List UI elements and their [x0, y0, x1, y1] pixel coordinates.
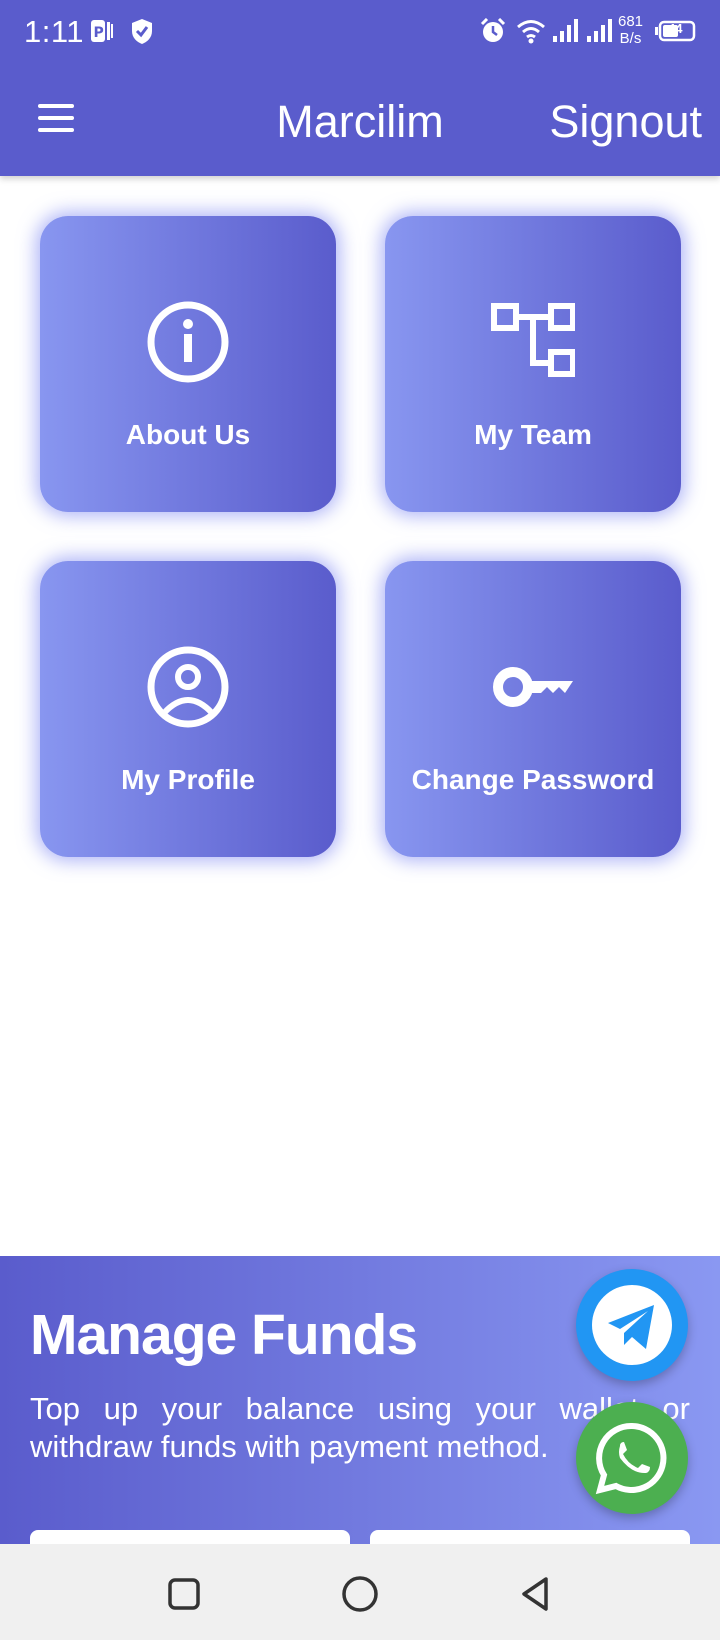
- whatsapp-icon: [595, 1422, 667, 1495]
- parking-icon: P: [91, 20, 113, 42]
- app-bar: Marcilim Signout: [0, 66, 720, 176]
- svg-text:P: P: [94, 25, 104, 41]
- alarm-icon: [480, 18, 506, 42]
- back-icon[interactable]: [516, 1574, 556, 1614]
- hierarchy-icon: [491, 303, 575, 377]
- whatsapp-button[interactable]: [576, 1402, 688, 1514]
- about-us-tile[interactable]: About Us: [40, 216, 336, 512]
- my-profile-label: My Profile: [121, 764, 255, 795]
- recent-apps-icon[interactable]: [164, 1574, 204, 1614]
- change-password-label: Change Password: [411, 764, 655, 795]
- signout-button[interactable]: Signout: [549, 96, 702, 148]
- key-icon: [493, 667, 573, 707]
- wifi-icon: [517, 20, 545, 44]
- my-profile-tile[interactable]: My Profile: [40, 561, 336, 857]
- my-team-tile[interactable]: My Team: [385, 216, 681, 512]
- status-bar: 1:11 P 681 B/s 44: [0, 0, 720, 66]
- manage-funds-title: Manage Funds: [30, 1303, 418, 1367]
- signal-1-icon: [553, 19, 578, 42]
- telegram-icon: [592, 1285, 672, 1365]
- change-password-tile[interactable]: Change Password: [385, 561, 681, 857]
- battery-level: 44: [668, 21, 683, 36]
- my-team-label: My Team: [474, 419, 592, 450]
- home-icon[interactable]: [340, 1574, 380, 1614]
- network-speed: 681 B/s: [618, 13, 643, 47]
- telegram-button[interactable]: [576, 1269, 688, 1381]
- about-us-label: About Us: [125, 419, 251, 450]
- top-header: 1:11 P 681 B/s 44 Marcilim Signout: [0, 0, 720, 176]
- network-speed-value: 681: [618, 13, 644, 30]
- system-navigation-bar: [0, 1544, 720, 1640]
- status-time: 1:11: [24, 14, 85, 49]
- signal-2-icon: [587, 19, 612, 42]
- info-icon: [147, 301, 229, 383]
- shield-check-icon: [132, 19, 152, 44]
- network-speed-unit: B/s: [619, 30, 642, 47]
- user-circle-icon: [147, 646, 229, 728]
